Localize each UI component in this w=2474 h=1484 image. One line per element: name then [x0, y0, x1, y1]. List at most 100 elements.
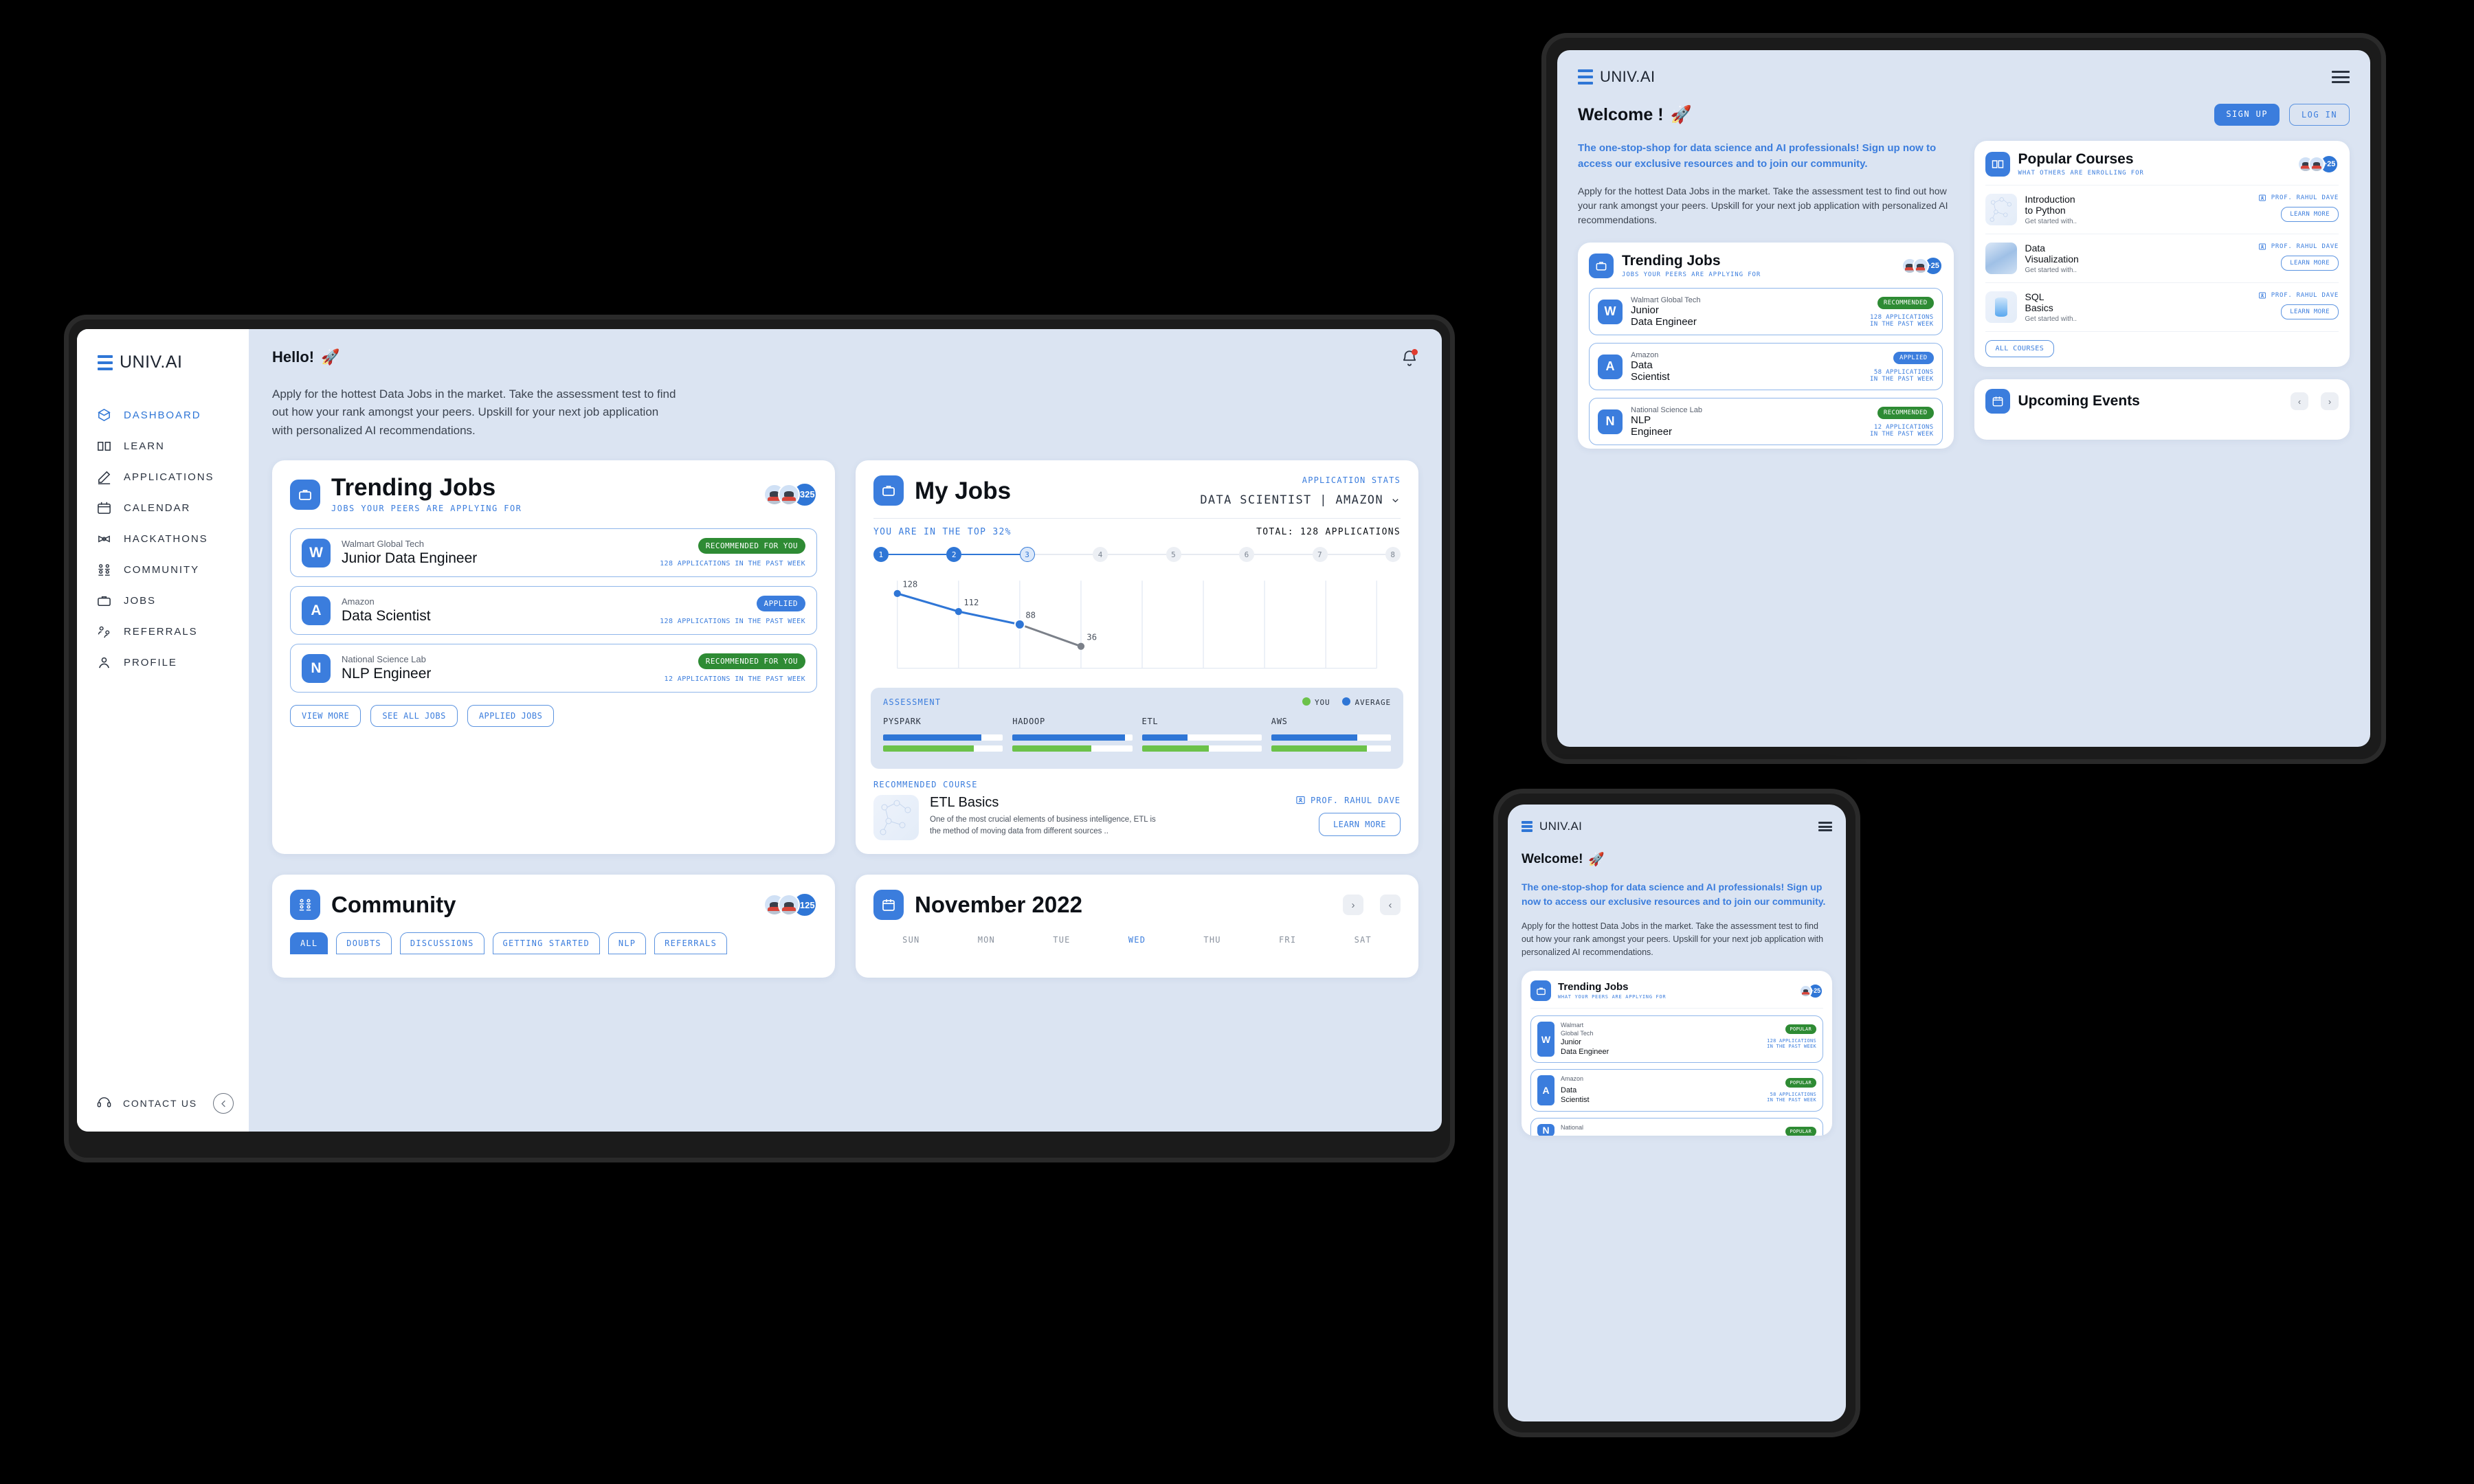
job-title-line1: Junior — [1631, 304, 1659, 316]
learn-more-button[interactable]: LEARN MORE — [1318, 813, 1401, 837]
tablet-welcome-row: Welcome ! 🚀 SIGN UP LOG IN — [1578, 104, 2350, 126]
status-badge: RECOMMENDED — [1877, 407, 1934, 419]
chart-point-label: 36 — [1086, 632, 1097, 642]
tab-doubts[interactable]: DOUBTS — [336, 932, 392, 955]
step-connector — [1327, 554, 1385, 556]
table-row[interactable]: A Amazon Data Scientist APPLIED 128 APPL… — [290, 586, 817, 636]
step-connector — [1108, 554, 1166, 556]
sidebar-item-applications[interactable]: APPLICATIONS — [77, 462, 249, 493]
hamburger-menu-button[interactable] — [2332, 71, 2350, 83]
job-selector-dropdown[interactable]: DATA SCIENTIST | AMAZON — [1200, 493, 1401, 507]
community-avatars[interactable]: +125 — [764, 892, 817, 918]
contact-us-row[interactable]: CONTACT US — [77, 1093, 249, 1114]
sidebar-item-learn[interactable]: LEARN — [77, 431, 249, 462]
step-6[interactable]: 6 — [1239, 547, 1255, 563]
calendar-next-button[interactable]: › — [1343, 895, 1363, 916]
events-prev-button[interactable]: ‹ — [2291, 392, 2308, 410]
popular-courses-subtitle: WHAT OTHERS ARE ENROLLING FOR — [2018, 169, 2144, 177]
log-in-button[interactable]: LOG IN — [2289, 104, 2350, 126]
company-name-line1: Walmart — [1561, 1022, 1584, 1029]
table-row[interactable]: N National Science Lab NLP Engineer RECO… — [290, 644, 817, 693]
step-7[interactable]: 7 — [1312, 547, 1328, 563]
sidebar-item-jobs[interactable]: JOBS — [77, 585, 249, 616]
sidebar-item-community[interactable]: COMMUNITY — [77, 554, 249, 585]
step-8[interactable]: 8 — [1385, 547, 1401, 563]
tab-referrals[interactable]: REFERRALS — [654, 932, 727, 955]
events-next-button[interactable]: › — [2321, 392, 2339, 410]
trending-jobs-header: Trending Jobs JOBS YOUR PEERS ARE APPLYI… — [1589, 254, 1943, 278]
sidebar-item-label: HACKATHONS — [124, 533, 208, 545]
peer-avatars[interactable]: +25 — [1901, 256, 1943, 276]
day-header-fri: FRI — [1278, 935, 1297, 945]
course-description: Get started with.. — [2025, 218, 2077, 225]
step-2[interactable]: 2 — [946, 547, 962, 563]
table-row[interactable]: A Amazon Data Scientist POPULAR 58 APPLI… — [1530, 1069, 1823, 1112]
see-all-jobs-button[interactable]: SEE ALL JOBS — [370, 705, 458, 728]
upcoming-events-card: Upcoming Events ‹ › — [1974, 379, 2350, 440]
learn-more-button[interactable]: LEARN MORE — [2281, 207, 2339, 222]
tab-getting-started[interactable]: GETTING STARTED — [492, 932, 600, 955]
sidebar-item-calendar[interactable]: CALENDAR — [77, 493, 249, 524]
sidebar-item-hackathons[interactable]: HACKATHONS — [77, 524, 249, 554]
learn-more-button[interactable]: LEARN MORE — [2281, 256, 2339, 271]
table-row[interactable]: A Amazon Data Scientist APPLIED 58 APPLI… — [1589, 343, 1943, 390]
company-name: Amazon — [1631, 350, 1659, 359]
sidebar-item-label: APPLICATIONS — [124, 471, 214, 483]
list-item[interactable]: Data Visualization Get started with.. PR… — [1985, 234, 2339, 274]
sidebar-item-dashboard[interactable]: DASHBOARD — [77, 400, 249, 431]
table-row[interactable]: N National POPULAR — [1530, 1118, 1823, 1136]
brand-name: UNIV.AI — [1539, 820, 1583, 833]
tablet-screen: UNIV.AI Welcome ! 🚀 SIGN UP LOG IN The o… — [1557, 50, 2370, 747]
list-item[interactable]: Introduction to Python Get started with.… — [1985, 185, 2339, 225]
calendar-icon — [96, 500, 112, 516]
collapse-sidebar-button[interactable] — [213, 1093, 234, 1114]
step-5[interactable]: 5 — [1166, 547, 1181, 563]
table-row[interactable]: W Walmart Global Tech Junior Data Engine… — [290, 528, 817, 578]
tab-discussions[interactable]: DISCUSSIONS — [399, 932, 484, 955]
recommended-course-row[interactable]: ETL Basics One of the most crucial eleme… — [856, 789, 1418, 854]
application-count-line2: IN THE PAST WEEK — [1870, 376, 1934, 383]
view-more-button[interactable]: VIEW MORE — [290, 705, 361, 728]
brand-logo[interactable]: UNIV.AI — [1522, 820, 1582, 833]
sidebar-item-label: COMMUNITY — [124, 564, 200, 576]
table-row[interactable]: N National Science Lab NLP Engineer RECO… — [1589, 398, 1943, 445]
trending-jobs-actions: VIEW MORE SEE ALL JOBS APPLIED JOBS — [272, 693, 835, 728]
all-courses-button[interactable]: ALL COURSES — [1985, 340, 2055, 357]
skill-group: PYSPARK — [883, 717, 1003, 756]
course-title-line2: Basics — [2025, 302, 2053, 313]
calendar-prev-button[interactable]: ‹ — [1380, 895, 1401, 916]
sidebar-item-referrals[interactable]: REFERRALS — [77, 616, 249, 647]
hamburger-menu-button[interactable] — [1818, 822, 1832, 831]
legend-dot — [1302, 697, 1311, 706]
enroller-avatars[interactable]: +25 — [2297, 155, 2339, 174]
peer-avatars[interactable]: +325 — [764, 482, 817, 507]
table-row[interactable]: W Walmart Global Tech Junior Data Engine… — [1589, 288, 1943, 335]
list-item[interactable]: SQL Basics Get started with.. PROF. RAHU… — [1985, 282, 2339, 323]
step-3[interactable]: 3 — [1019, 547, 1035, 563]
sidebar-item-label: DASHBOARD — [124, 409, 201, 421]
table-row[interactable]: W Walmart Global Tech Junior Data Engine… — [1530, 1015, 1823, 1064]
professor-name: PROF. RAHUL DAVE — [2271, 292, 2339, 299]
notifications-button[interactable] — [1401, 348, 1418, 369]
trending-jobs-header: Trending Jobs JOBS YOUR PEERS ARE APPLYI… — [272, 460, 835, 519]
cube-icon — [96, 407, 112, 423]
sign-up-button[interactable]: SIGN UP — [2214, 104, 2280, 126]
tab-nlp[interactable]: NLP — [608, 932, 647, 955]
mobile-body-text: Apply for the hottest Data Jobs in the m… — [1522, 921, 1824, 957]
brand-logo[interactable]: UNIV.AI — [77, 352, 249, 400]
sidebar-item-profile[interactable]: PROFILE — [77, 647, 249, 678]
mobile-screen: UNIV.AI Welcome! 🚀 The one-stop-shop for… — [1508, 805, 1846, 1421]
logo-mark-icon — [1522, 821, 1533, 832]
step-1[interactable]: 1 — [873, 547, 889, 563]
step-4[interactable]: 4 — [1093, 547, 1108, 563]
tab-all[interactable]: ALL — [290, 932, 328, 955]
skill-label: HADOOP — [1012, 717, 1045, 727]
learn-more-button[interactable]: LEARN MORE — [2281, 304, 2339, 319]
skill-group: HADOOP — [1012, 717, 1133, 756]
applied-jobs-button[interactable]: APPLIED JOBS — [467, 705, 555, 728]
course-title-line1: Data — [2025, 243, 2046, 254]
trending-jobs-list: W Walmart Global Tech Junior Data Engine… — [272, 519, 835, 693]
peer-avatars[interactable]: +25 — [1799, 982, 1823, 999]
brand-logo[interactable]: UNIV.AI — [1578, 68, 1656, 86]
course-thumbnail — [1985, 243, 2017, 274]
